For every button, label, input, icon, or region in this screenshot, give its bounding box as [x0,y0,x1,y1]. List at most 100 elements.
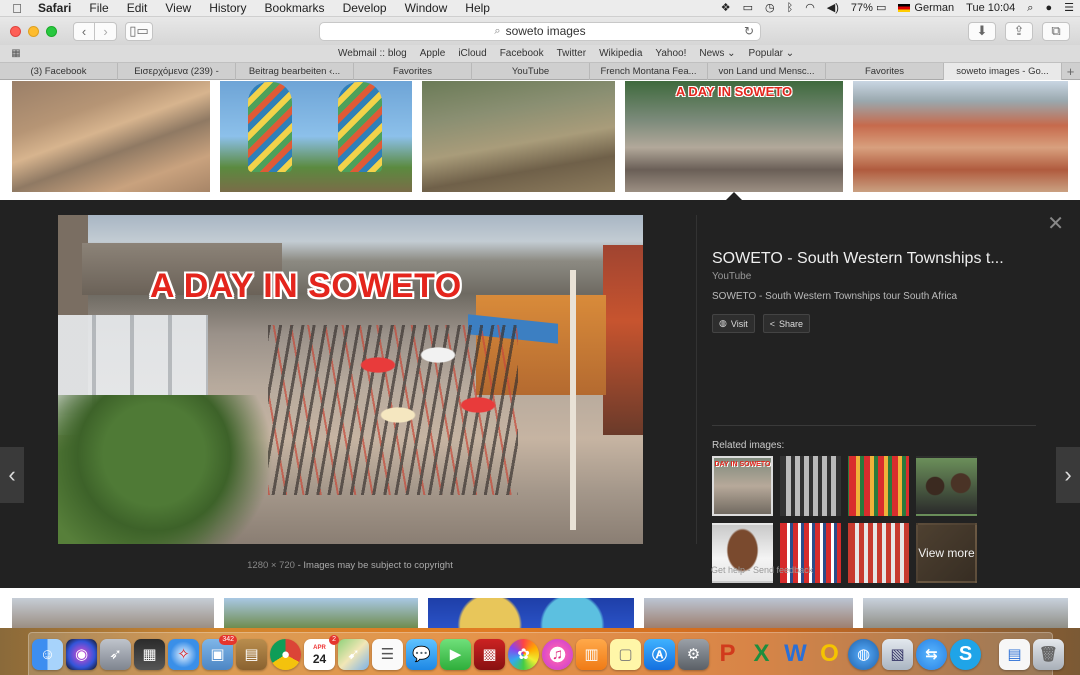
favorite-link[interactable]: Facebook [500,48,544,59]
copyright-note[interactable]: Images may be subject to copyright [303,560,452,571]
messages-icon[interactable]: 💬 [406,638,437,670]
menu-history[interactable]: History [200,0,255,17]
launchpad-icon[interactable]: ➶ [100,638,131,670]
tab-active[interactable]: soweto images - Go... [944,63,1062,80]
favorite-link[interactable]: Popular ⌄ [749,48,795,59]
team-viewer-icon[interactable]: ⇆ [916,638,947,670]
view-more-button[interactable]: View more [916,523,977,583]
wifi-icon[interactable]: ◠ [799,0,821,17]
result-thumbnail[interactable] [853,81,1068,192]
ibooks-icon[interactable]: ▥ [576,638,607,670]
maps-icon[interactable]: ➹ [338,638,369,670]
previous-image-button[interactable]: ‹ [0,447,24,503]
reload-icon[interactable]: ↻ [744,24,754,38]
network-utility-icon[interactable]: ◍ [848,638,879,670]
tab[interactable]: Εισερχόμενα (239) - [118,63,236,80]
address-bar[interactable]: ⌕ soweto images ↻ [319,21,761,41]
result-thumbnail[interactable] [12,81,210,192]
menu-view[interactable]: View [156,0,200,17]
menu-file[interactable]: File [80,0,117,17]
visit-button[interactable]: ◍ Visit [712,314,755,333]
favorite-link[interactable]: Yahoo! [655,48,686,59]
tab[interactable]: Beitrag bearbeiten ‹... [236,63,354,80]
system-preferences-icon[interactable]: ⚙ [678,638,709,670]
downloads-button[interactable]: ⬇ [968,21,996,41]
apple-icon[interactable]:  [0,1,34,16]
top-sites-grid-icon[interactable]: ▦ [0,48,32,59]
tab-overview-button[interactable]: ⧉ [1042,21,1070,41]
result-thumbnail[interactable] [644,598,853,628]
forward-button[interactable]: › [95,21,117,41]
dropbox-icon[interactable]: ❖ [715,0,737,17]
spotlight-icon[interactable]: ⌕ [1021,0,1039,17]
favorite-link[interactable]: Apple [420,48,446,59]
result-thumbnail[interactable] [220,81,412,192]
safari-icon[interactable]: ✧ [168,638,199,670]
airplay-icon[interactable]: ▭ [737,0,759,17]
tab[interactable]: YouTube [472,63,590,80]
photos-icon[interactable]: ✿ [508,638,539,670]
result-thumbnail[interactable] [224,598,418,628]
time-machine-icon[interactable]: ◷ [759,0,781,17]
back-button[interactable]: ‹ [73,21,95,41]
result-thumbnail[interactable] [863,598,1068,628]
menubar-clock[interactable]: Tue 10:04 [960,0,1021,17]
menu-help[interactable]: Help [456,0,499,17]
mission-control-icon[interactable]: ▦ [134,638,165,670]
bluetooth-icon[interactable]: ᛒ [781,0,800,17]
notes-book-icon[interactable]: ▤ [236,638,267,670]
user-avatar-icon[interactable]: ● [1039,0,1058,17]
reminders-icon[interactable]: ☰ [372,638,403,670]
menu-develop[interactable]: Develop [334,0,396,17]
result-thumbnail[interactable] [12,598,214,628]
itunes-icon[interactable]: ♫ [542,638,573,670]
word-icon[interactable]: W [780,639,811,670]
stickies-icon[interactable]: ▢ [610,638,641,670]
skype-icon[interactable]: S [950,638,981,670]
minimize-window-button[interactable] [28,25,39,37]
menu-bookmarks[interactable]: Bookmarks [256,0,334,17]
outlook-icon[interactable]: O [814,639,845,670]
result-thumbnail[interactable] [422,81,615,192]
related-image[interactable] [780,456,841,516]
powerpoint-icon[interactable]: P [712,639,743,670]
favorite-link[interactable]: Webmail :: blog [338,48,407,59]
share-result-button[interactable]: < Share [762,314,810,333]
battery-status[interactable]: 77% ▭ [845,0,892,17]
finder-icon[interactable]: ☺ [32,638,63,670]
tab[interactable]: von Land und Mensc... [708,63,826,80]
related-image[interactable] [848,456,909,516]
next-image-button[interactable]: › [1056,447,1080,503]
menu-app-safari[interactable]: Safari [34,0,80,17]
preview-icon[interactable]: ▧ [882,638,913,670]
calendar-icon[interactable]: APR 24 2 [304,634,339,670]
input-source[interactable]: German [892,0,960,17]
result-thumbnail[interactable] [428,598,634,628]
related-image[interactable]: DAY IN SOWETO [712,456,773,516]
siri-icon[interactable]: ◉ [66,638,97,670]
tab[interactable]: (3) Facebook [0,63,118,80]
get-help-link[interactable]: Get help [711,565,745,575]
new-tab-button[interactable]: + [1062,63,1079,79]
favorite-link[interactable]: iCloud [458,48,486,59]
result-title[interactable]: SOWETO - South Western Townships t... [712,250,1022,268]
sidebar-toggle-button[interactable]: ▯▭ [125,21,153,41]
tab[interactable]: French Montana Fea... [590,63,708,80]
chrome-icon[interactable]: ● [270,638,301,670]
zoom-window-button[interactable] [46,25,57,37]
close-preview-icon[interactable]: ✕ [1047,214,1064,234]
send-feedback-link[interactable]: Send feedback [753,565,813,575]
close-window-button[interactable] [10,25,21,37]
related-image[interactable] [848,523,909,583]
menu-edit[interactable]: Edit [118,0,157,17]
preview-image[interactable]: A DAY IN SOWETO [58,215,643,544]
menu-window[interactable]: Window [396,0,457,17]
excel-icon[interactable]: X [746,639,777,670]
favorite-link[interactable]: Twitter [557,48,586,59]
volume-icon[interactable]: ◀) [821,0,845,17]
share-button[interactable]: ⇪ [1005,21,1033,41]
notification-center-icon[interactable]: ☰ [1058,0,1080,17]
documents-stack-icon[interactable]: ▤ [999,638,1030,670]
facetime-icon[interactable]: ▶ [440,638,471,670]
photos-viewer-icon[interactable]: ▣ 342 [202,634,237,670]
